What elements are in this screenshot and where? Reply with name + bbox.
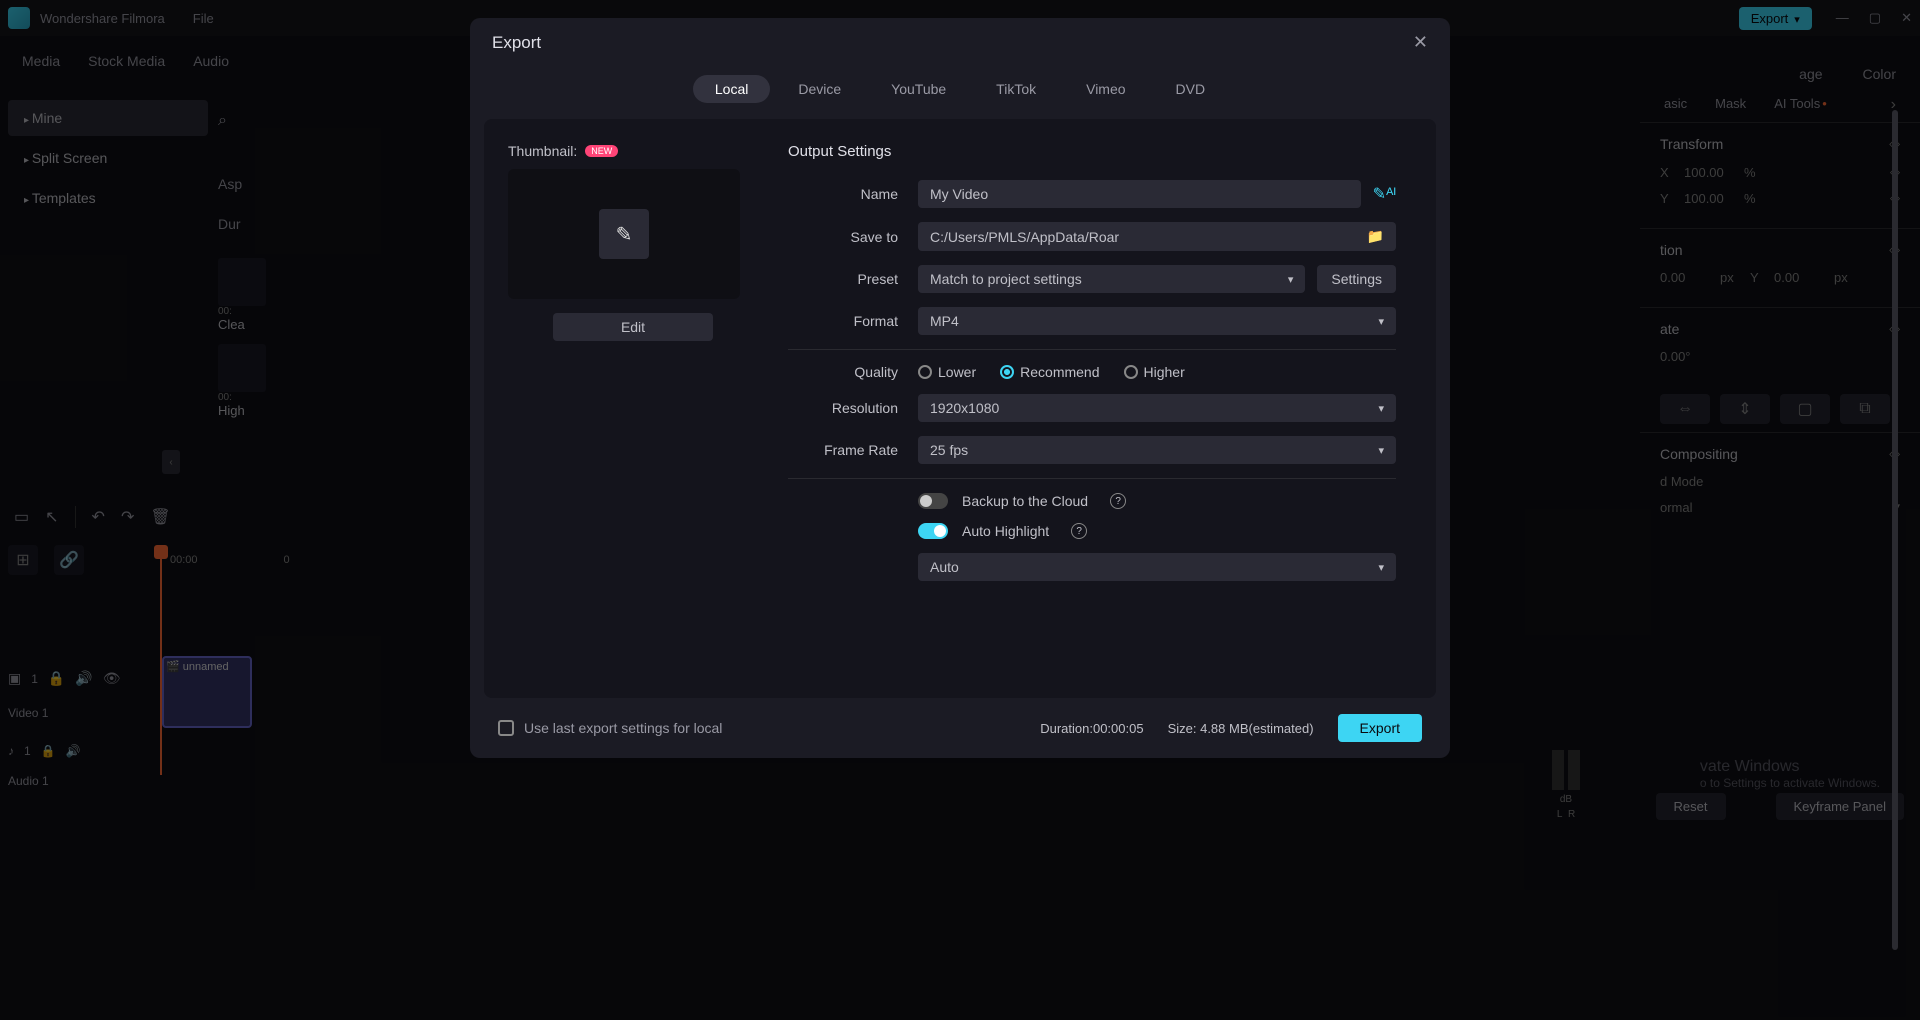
resolution-value: 1920x1080 bbox=[930, 400, 999, 416]
saveto-label: Save to bbox=[788, 229, 918, 245]
use-last-settings-checkbox[interactable] bbox=[498, 720, 514, 736]
tab-tiktok[interactable]: TikTok bbox=[974, 75, 1058, 103]
chevron-down-icon: ▾ bbox=[1378, 444, 1384, 457]
auto-highlight-label: Auto Highlight bbox=[962, 523, 1049, 539]
auto-highlight-toggle[interactable] bbox=[918, 523, 948, 539]
framerate-select[interactable]: 25 fps ▾ bbox=[918, 436, 1396, 464]
framerate-label: Frame Rate bbox=[788, 442, 918, 458]
backup-label: Backup to the Cloud bbox=[962, 493, 1088, 509]
thumbnail-preview[interactable]: ✎ bbox=[508, 169, 740, 299]
name-value: My Video bbox=[930, 186, 988, 202]
chevron-down-icon: ▾ bbox=[1288, 273, 1294, 286]
auto-value: Auto bbox=[930, 559, 959, 575]
thumbnail-label: Thumbnail: bbox=[508, 143, 577, 159]
new-badge: NEW bbox=[585, 145, 618, 157]
output-settings-heading: Output Settings bbox=[788, 143, 1396, 160]
tab-local[interactable]: Local bbox=[693, 75, 770, 103]
tab-dvd[interactable]: DVD bbox=[1154, 75, 1228, 103]
framerate-value: 25 fps bbox=[930, 442, 968, 458]
format-select[interactable]: MP4 ▾ bbox=[918, 307, 1396, 335]
duration-info: Duration:00:00:05 bbox=[1040, 721, 1143, 736]
close-dialog-icon[interactable]: ✕ bbox=[1413, 32, 1428, 53]
preset-label: Preset bbox=[788, 271, 918, 287]
preset-settings-button[interactable]: Settings bbox=[1317, 265, 1396, 293]
quality-recommend-radio[interactable]: Recommend bbox=[1000, 364, 1099, 380]
tab-device[interactable]: Device bbox=[776, 75, 863, 103]
scrollbar[interactable] bbox=[1892, 110, 1898, 950]
tab-youtube[interactable]: YouTube bbox=[869, 75, 968, 103]
chevron-down-icon: ▾ bbox=[1378, 402, 1384, 415]
auto-highlight-select[interactable]: Auto ▾ bbox=[918, 553, 1396, 581]
preset-value: Match to project settings bbox=[930, 271, 1082, 287]
ai-edit-icon[interactable]: ✎ᴬᴵ bbox=[1373, 184, 1396, 204]
quality-lower-radio[interactable]: Lower bbox=[918, 364, 976, 380]
format-value: MP4 bbox=[930, 313, 959, 329]
help-icon[interactable]: ? bbox=[1071, 523, 1087, 539]
dialog-title: Export bbox=[492, 33, 541, 53]
resolution-select[interactable]: 1920x1080 ▾ bbox=[918, 394, 1396, 422]
export-destination-tabs: Local Device YouTube TikTok Vimeo DVD bbox=[470, 67, 1450, 119]
chevron-down-icon: ▾ bbox=[1378, 561, 1384, 574]
name-label: Name bbox=[788, 186, 918, 202]
radio-label: Lower bbox=[938, 364, 976, 380]
backup-cloud-toggle[interactable] bbox=[918, 493, 948, 509]
export-dialog: Export ✕ Local Device YouTube TikTok Vim… bbox=[470, 18, 1450, 758]
chevron-down-icon: ▾ bbox=[1378, 315, 1384, 328]
export-confirm-button[interactable]: Export bbox=[1338, 714, 1422, 742]
radio-label: Higher bbox=[1144, 364, 1185, 380]
quality-higher-radio[interactable]: Higher bbox=[1124, 364, 1185, 380]
resolution-label: Resolution bbox=[788, 400, 918, 416]
edit-thumbnail-button[interactable]: Edit bbox=[553, 313, 713, 341]
use-last-label: Use last export settings for local bbox=[524, 720, 722, 736]
preset-select[interactable]: Match to project settings ▾ bbox=[918, 265, 1305, 293]
saveto-input[interactable]: C:/Users/PMLS/AppData/Roar 📁 bbox=[918, 222, 1396, 251]
name-input[interactable]: My Video bbox=[918, 180, 1361, 208]
radio-label: Recommend bbox=[1020, 364, 1099, 380]
modal-overlay: Export ✕ Local Device YouTube TikTok Vim… bbox=[0, 0, 1920, 1020]
quality-label: Quality bbox=[788, 364, 918, 380]
folder-icon[interactable]: 📁 bbox=[1367, 228, 1384, 245]
help-icon[interactable]: ? bbox=[1110, 493, 1126, 509]
format-label: Format bbox=[788, 313, 918, 329]
size-info: Size: 4.88 MB(estimated) bbox=[1168, 721, 1314, 736]
saveto-value: C:/Users/PMLS/AppData/Roar bbox=[930, 229, 1119, 245]
tab-vimeo[interactable]: Vimeo bbox=[1064, 75, 1147, 103]
edit-pencil-icon: ✎ bbox=[599, 209, 649, 259]
